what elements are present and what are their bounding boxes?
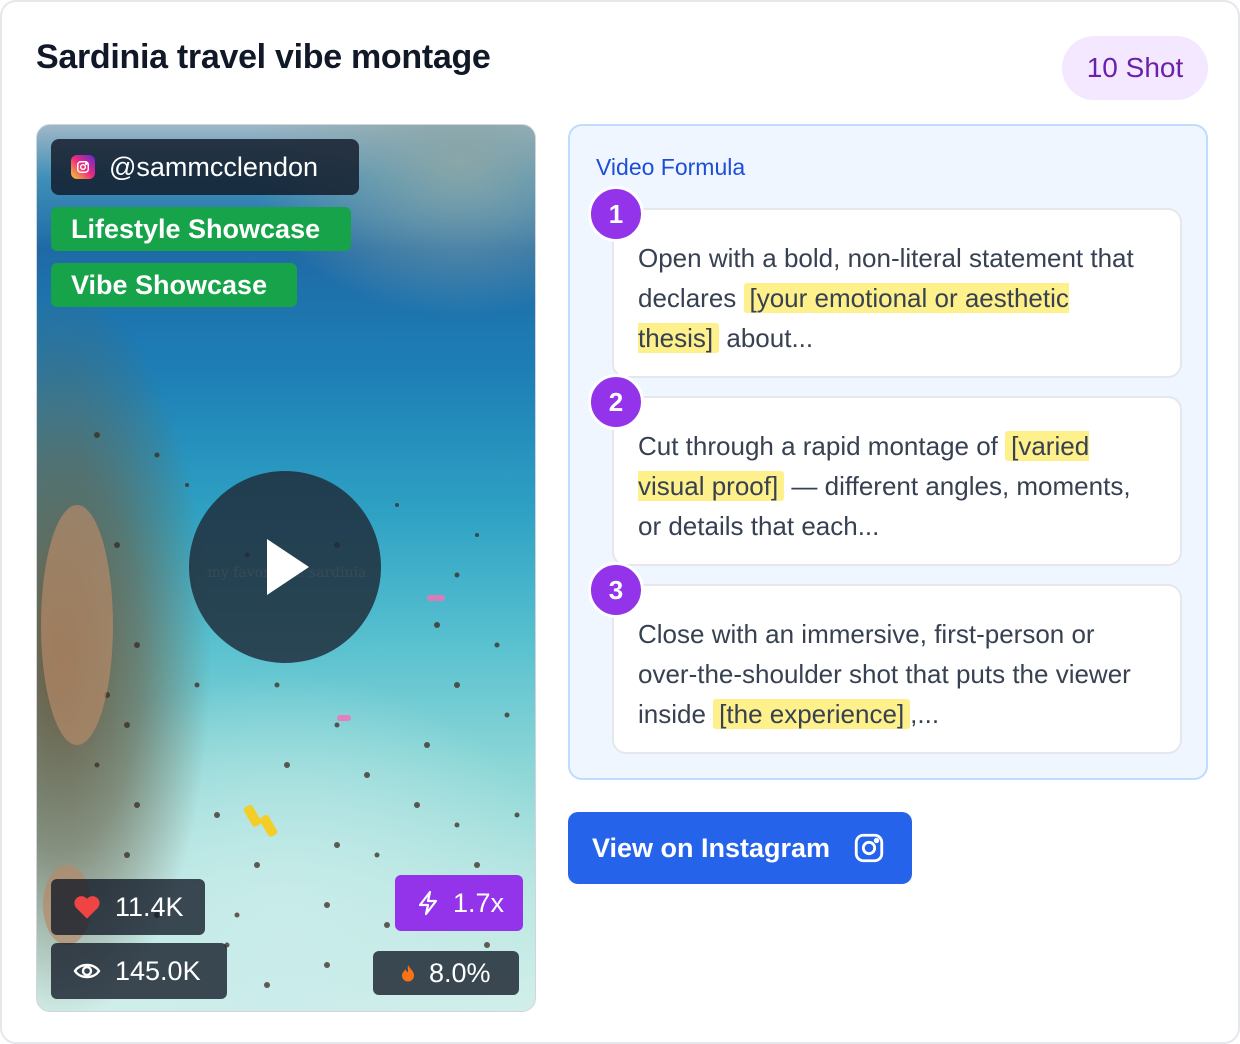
creator-handle-text: @sammcclendon (109, 151, 318, 182)
video-formula-panel: Video Formula Open with a bold, non-lite… (568, 124, 1208, 780)
engagement-rate: 8.0% (373, 951, 519, 995)
formula-label: Video Formula (596, 154, 746, 180)
likes-count: 11.4K (115, 891, 184, 922)
likes-stat: 11.4K (51, 879, 205, 935)
step-text-end: ,... (910, 699, 940, 729)
instagram-icon (71, 155, 95, 179)
step-text-end: about... (719, 323, 814, 353)
views-count: 145.0K (115, 955, 201, 986)
card-title: Sardinia travel vibe montage (36, 38, 491, 76)
multiplier-value: 1.7x (453, 887, 505, 918)
heart-icon (74, 896, 100, 919)
video-thumbnail[interactable]: my favorite s: sardinia @sammcclendon Li… (36, 124, 536, 1012)
instagram-icon (854, 833, 884, 863)
engagement-value: 8.0% (429, 957, 491, 988)
formula-step-1: Open with a bold, non-literal statement … (612, 208, 1182, 378)
step-text: Cut through a rapid montage of (638, 431, 1006, 461)
play-button[interactable] (189, 471, 381, 663)
views-stat: 145.0K (51, 943, 227, 999)
performance-multiplier: 1.7x (395, 875, 523, 931)
eye-icon (73, 963, 101, 979)
lightning-icon (418, 890, 438, 916)
creator-handle[interactable]: @sammcclendon (51, 139, 359, 195)
play-icon (267, 539, 309, 595)
tag-vibe-showcase: Vibe Showcase (51, 263, 297, 307)
tag-lifestyle-showcase: Lifestyle Showcase (51, 207, 351, 251)
step-number-2: 2 (588, 374, 644, 430)
flame-icon (402, 965, 414, 982)
formula-step-3: Close with an immersive, first-person or… (612, 584, 1182, 754)
step-placeholder-highlight: [the experience] (713, 699, 911, 729)
formula-step-2: Cut through a rapid montage of [varied v… (612, 396, 1182, 566)
view-on-instagram-label: View on Instagram (592, 832, 831, 863)
step-number-1: 1 (588, 186, 644, 242)
step-number-3: 3 (588, 562, 644, 618)
view-on-instagram-button[interactable]: View on Instagram (568, 812, 912, 884)
video-card: Sardinia travel vibe montage 10 Shot @sa… (0, 0, 1240, 1044)
shot-count-badge: 10 Shot (1062, 36, 1208, 100)
